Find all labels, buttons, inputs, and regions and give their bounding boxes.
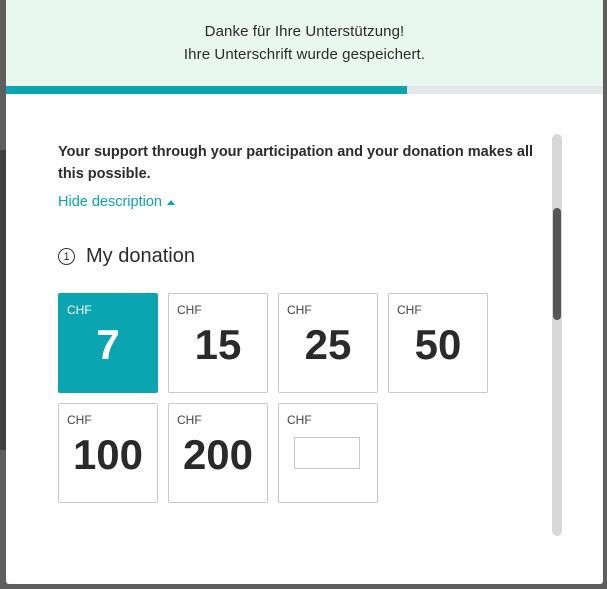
donation-modal: Danke für Ihre Unterstützung! Ihre Unter… <box>6 0 603 584</box>
amount-value: 100 <box>72 431 144 478</box>
currency-label: CHF <box>177 303 202 317</box>
hide-description-link[interactable]: Hide description <box>58 194 175 210</box>
amount-value: 25 <box>304 321 352 368</box>
success-banner: Danke für Ihre Unterstützung! Ihre Unter… <box>6 0 603 86</box>
currency-label: CHF <box>67 413 92 427</box>
amount-option-100[interactable]: CHF 100 <box>58 403 158 503</box>
caret-up-icon <box>166 200 175 205</box>
currency-label: CHF <box>67 303 92 317</box>
amount-value: 15 <box>194 321 242 368</box>
currency-label: CHF <box>287 303 312 317</box>
amount-value: 200 <box>182 431 254 478</box>
amount-value: 7 <box>96 321 120 368</box>
banner-subtitle: Ihre Unterschrift wurde gespeichert. <box>183 46 426 63</box>
amount-option-200[interactable]: CHF 200 <box>168 403 268 503</box>
amount-option-25[interactable]: CHF 25 <box>278 293 378 393</box>
modal-content: Your support through your participation … <box>6 94 603 584</box>
amount-value: 50 <box>414 321 462 368</box>
amount-option-7[interactable]: CHF 7 <box>58 293 158 393</box>
custom-amount-input[interactable] <box>294 437 360 469</box>
progress-bar <box>6 86 603 94</box>
amount-option-50[interactable]: CHF 50 <box>388 293 488 393</box>
amount-option-15[interactable]: CHF 15 <box>168 293 268 393</box>
amount-option-custom[interactable]: CHF <box>278 403 378 503</box>
progress-fill <box>6 86 408 94</box>
scrollbar-thumb[interactable] <box>553 208 561 320</box>
scrollbar-track[interactable] <box>552 134 562 536</box>
step-number-icon: 1 <box>58 248 75 265</box>
toggle-label: Hide description <box>58 194 162 210</box>
section-title: My donation <box>86 245 195 267</box>
currency-label: CHF <box>287 413 312 427</box>
intro-text: Your support through your participation … <box>58 144 534 182</box>
currency-label: CHF <box>397 303 422 317</box>
banner-title: Danke für Ihre Unterstützung! <box>204 23 405 40</box>
section-heading: 1 My donation <box>58 245 195 268</box>
currency-label: CHF <box>177 413 202 427</box>
